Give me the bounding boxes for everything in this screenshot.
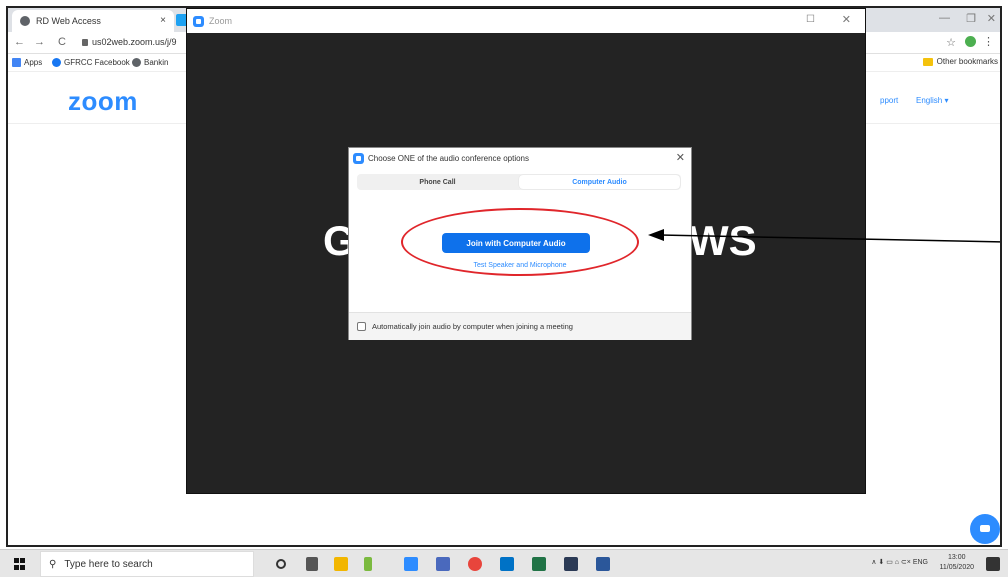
notification-icon[interactable] bbox=[986, 557, 1000, 571]
clock-date: 11/05/2020 bbox=[939, 564, 974, 571]
app-icon[interactable] bbox=[436, 557, 450, 571]
clock-time: 13:00 bbox=[947, 554, 966, 561]
chat-support-icon[interactable] bbox=[970, 514, 1000, 544]
screenshot-frame: RD Web Access × — ❐ ✕ ← → C us02web.zoom… bbox=[6, 6, 1002, 547]
task-view-icon[interactable] bbox=[306, 557, 318, 571]
app-icon[interactable] bbox=[564, 557, 578, 571]
windows-taskbar: ⚲ Type here to search ∧ ⬇ ▭ ⌂ ⊂× ENG 13:… bbox=[0, 549, 1008, 577]
outlook-icon[interactable] bbox=[500, 557, 514, 571]
search-placeholder: Type here to search bbox=[64, 558, 153, 570]
annotation-arrow bbox=[648, 229, 1000, 243]
file-explorer-icon[interactable] bbox=[334, 557, 348, 571]
search-icon: ⚲ bbox=[49, 558, 57, 570]
taskbar-search-box[interactable]: ⚲ Type here to search bbox=[40, 551, 254, 577]
taskbar-clock[interactable]: 13:00 11/05/2020 bbox=[939, 553, 974, 573]
zoom-taskbar-icon[interactable] bbox=[404, 557, 418, 571]
chrome-icon[interactable] bbox=[468, 557, 482, 571]
word-icon[interactable] bbox=[596, 557, 610, 571]
system-tray[interactable]: ∧ ⬇ ▭ ⌂ ⊂× ENG bbox=[871, 558, 928, 566]
app-icon[interactable] bbox=[364, 557, 372, 571]
cortana-icon[interactable] bbox=[276, 559, 286, 569]
excel-icon[interactable] bbox=[532, 557, 546, 571]
windows-start-icon[interactable] bbox=[14, 558, 26, 570]
